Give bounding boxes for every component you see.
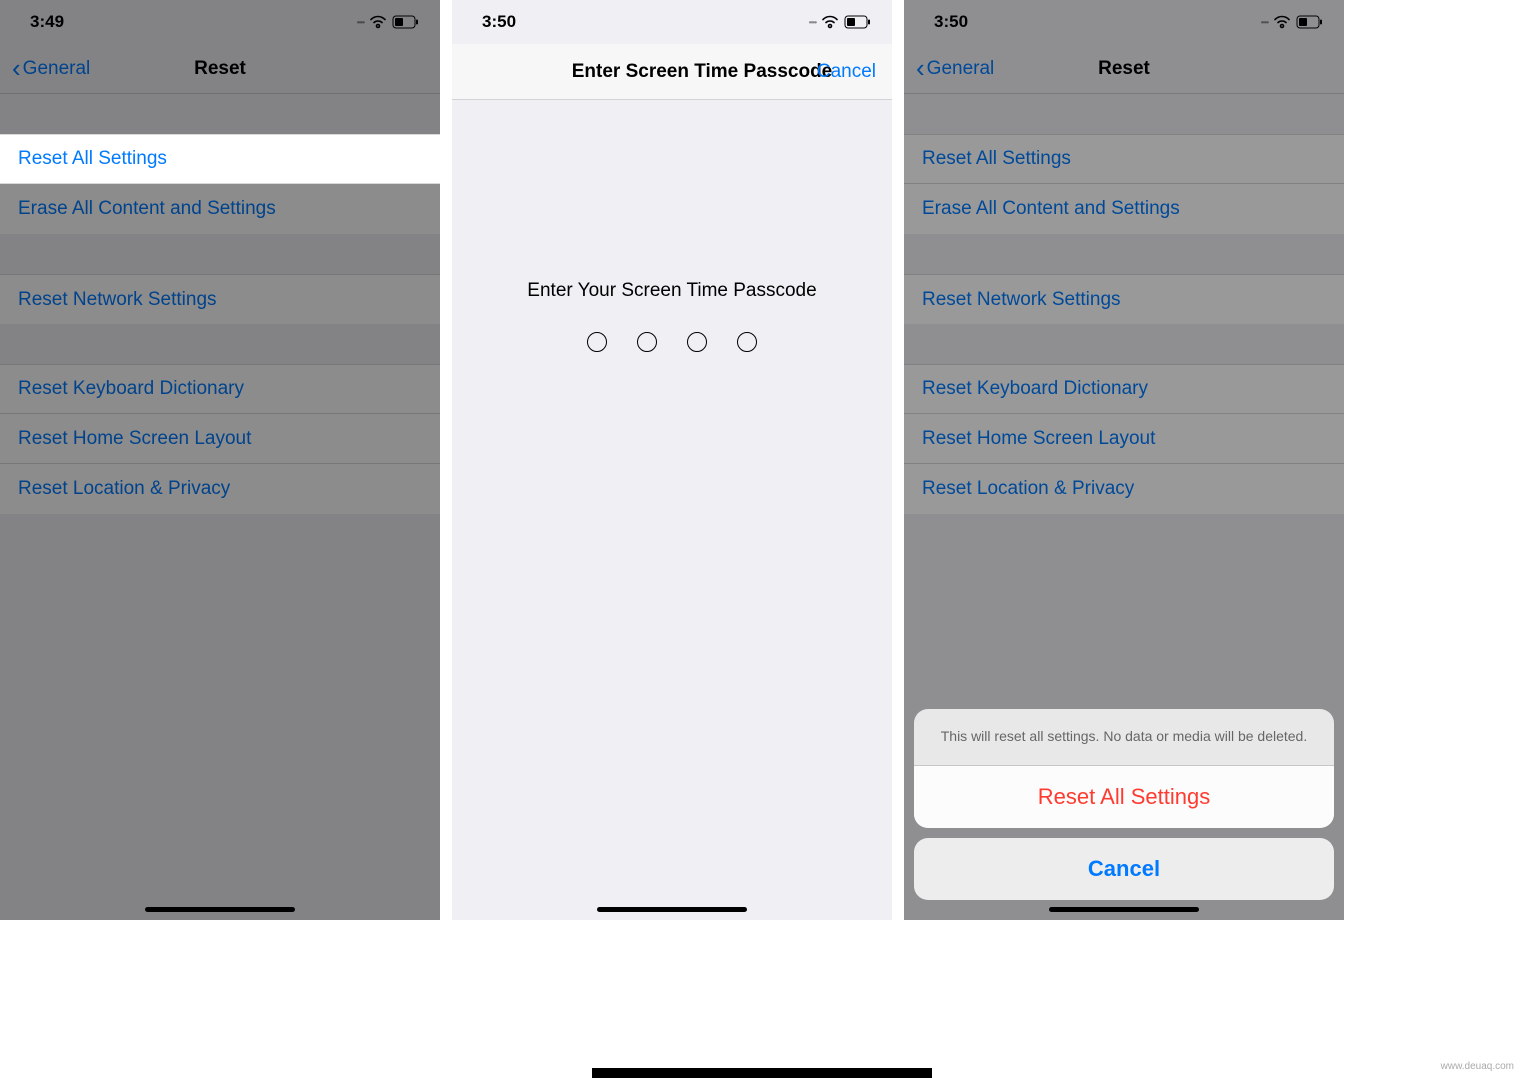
status-icons: •••• <box>809 15 872 29</box>
status-bar: 3:49 •••• <box>0 0 440 44</box>
action-sheet: This will reset all settings. No data or… <box>914 709 1334 900</box>
status-icons: •••• <box>357 15 420 29</box>
row-label: Reset Keyboard Dictionary <box>18 378 244 400</box>
battery-icon <box>392 15 420 29</box>
row-reset-home[interactable]: Reset Home Screen Layout <box>0 414 440 464</box>
passcode-dots[interactable] <box>587 332 757 352</box>
home-indicator[interactable] <box>145 907 295 912</box>
passcode-dot-3 <box>687 332 707 352</box>
phone-reset-list: 3:49 •••• ‹ General Reset Reset All Sett… <box>0 0 440 920</box>
passcode-area: Enter Your Screen Time Passcode <box>452 100 892 900</box>
row-reset-all-settings[interactable]: Reset All Settings <box>0 134 440 184</box>
nav-bar: ‹ General Reset <box>0 44 440 94</box>
row-label: Reset Location & Privacy <box>18 478 230 500</box>
home-indicator[interactable] <box>597 907 747 912</box>
passcode-dot-2 <box>637 332 657 352</box>
signal-icon: •••• <box>809 18 816 27</box>
action-sheet-message: This will reset all settings. No data or… <box>914 709 1334 766</box>
back-button[interactable]: ‹ General <box>12 57 90 81</box>
wifi-icon <box>369 15 387 29</box>
back-label: General <box>23 58 91 80</box>
wifi-icon <box>821 15 839 29</box>
page-scroll-indicator <box>592 1068 932 1078</box>
signal-icon: •••• <box>357 18 364 27</box>
passcode-dot-1 <box>587 332 607 352</box>
chevron-left-icon: ‹ <box>12 55 21 81</box>
status-bar: 3:50 •••• <box>452 0 892 44</box>
battery-icon <box>844 15 872 29</box>
cancel-button[interactable]: Cancel <box>914 838 1334 900</box>
passcode-prompt: Enter Your Screen Time Passcode <box>527 280 816 302</box>
action-sheet-group: This will reset all settings. No data or… <box>914 709 1334 828</box>
reset-all-settings-button[interactable]: Reset All Settings <box>914 766 1334 828</box>
status-time: 3:50 <box>482 12 516 32</box>
home-indicator[interactable] <box>1049 907 1199 912</box>
row-label: Erase All Content and Settings <box>18 198 276 220</box>
status-time: 3:49 <box>30 12 64 32</box>
row-erase-all[interactable]: Erase All Content and Settings <box>0 184 440 234</box>
cancel-button[interactable]: Cancel <box>817 61 876 83</box>
row-reset-network[interactable]: Reset Network Settings <box>0 274 440 324</box>
phone-passcode: 3:50 •••• Enter Screen Time Passcode Can… <box>452 0 892 920</box>
passcode-dot-4 <box>737 332 757 352</box>
row-label: Reset Home Screen Layout <box>18 428 251 450</box>
watermark: www.deuaq.com <box>1441 1061 1514 1072</box>
row-reset-keyboard[interactable]: Reset Keyboard Dictionary <box>0 364 440 414</box>
row-label: Reset All Settings <box>18 148 167 170</box>
phone-action-sheet: 3:50 •••• ‹ General Reset Reset All Sett… <box>904 0 1344 920</box>
nav-title: Enter Screen Time Passcode <box>512 61 833 83</box>
row-reset-location[interactable]: Reset Location & Privacy <box>0 464 440 514</box>
row-label: Reset Network Settings <box>18 289 217 311</box>
nav-bar: Enter Screen Time Passcode Cancel <box>452 44 892 100</box>
